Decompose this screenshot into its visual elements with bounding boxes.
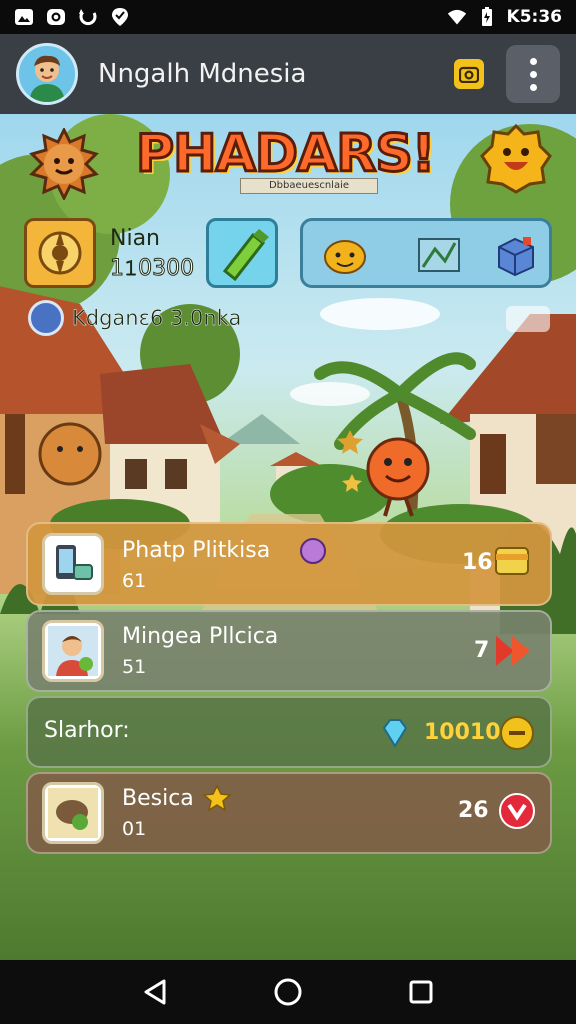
orb-icon [300, 538, 326, 564]
diamond-icon [382, 719, 408, 748]
globe-icon [28, 300, 64, 336]
app-bar: Nngalh Mdnesia [0, 34, 576, 114]
profile-avatar-icon [19, 46, 75, 102]
list-item-title: Besica [122, 786, 194, 811]
system-nav-bar [0, 960, 576, 1024]
gem-balance: 10010 [424, 720, 501, 745]
battery-icon [481, 7, 492, 26]
list-item[interactable]: Phatp Plitkisa 61 16 [26, 522, 552, 606]
more-vertical-icon [529, 57, 537, 65]
list-item-title: Mingea Pllcica [122, 624, 279, 649]
wifi-icon [447, 9, 466, 25]
fast-forward-icon[interactable] [494, 634, 536, 668]
canister-icon[interactable] [490, 538, 534, 582]
item-inventory-bar [300, 218, 552, 288]
map-pouch-icon [42, 782, 104, 844]
status-time: K5:36 [506, 7, 562, 27]
recents-icon[interactable] [408, 979, 434, 1005]
marker-icon [222, 229, 269, 282]
star-icon [202, 784, 232, 812]
status-bar: K5:36 [0, 0, 576, 34]
list-item-count: 26 [458, 798, 489, 823]
app-title: Nngalh Mdnesia [98, 59, 307, 89]
player-badge[interactable] [24, 218, 96, 288]
back-icon[interactable] [142, 978, 168, 1006]
sync-icon [79, 9, 97, 26]
game-scene: PHADARS! Dbbaeuescnlaie Nian 1𝟷0300 Kdga… [0, 114, 576, 960]
list-item[interactable]: Slarhor: 10010 [26, 696, 552, 768]
crate-icon[interactable] [493, 233, 537, 277]
list-item-sub: 01 [122, 818, 147, 840]
camera-icon [47, 9, 65, 25]
compass-badge-icon [38, 231, 82, 275]
list-item-sub: 51 [122, 656, 147, 678]
player-coins: 1𝟷0300 [109, 256, 195, 282]
camera-button[interactable] [454, 59, 484, 89]
list-item-title: Slarhor: [44, 718, 130, 743]
game-logo-title: PHADARS! [135, 123, 437, 186]
list-item-title: Phatp Plitkisa [122, 538, 271, 563]
avatar-icon [42, 620, 104, 682]
avatar[interactable] [16, 43, 78, 105]
list-item-count: 7 [474, 638, 490, 663]
smiley-icon[interactable] [323, 233, 367, 277]
options-chip[interactable] [506, 306, 550, 332]
list-item[interactable]: Besica 01 26 [26, 772, 552, 854]
player-name: Nian [110, 226, 160, 251]
camera-icon [459, 66, 479, 83]
sun-mascot-icon [29, 128, 99, 200]
map-icon[interactable] [417, 233, 461, 277]
arrow-down-icon[interactable] [498, 792, 536, 830]
location-row: Kdganɛ6 3.0nka [28, 300, 242, 336]
phone-icon [42, 533, 104, 595]
list-item-count: 16 [462, 550, 493, 575]
game-logo-subtitle: Dbbaeuescnlaie [240, 178, 378, 194]
smiley-mascot-icon[interactable] [480, 122, 552, 194]
photo-icon [15, 9, 33, 25]
overflow-menu-button[interactable] [506, 45, 560, 103]
home-icon[interactable] [273, 977, 303, 1007]
list-item[interactable]: Mingea Pllcica 51 7 [26, 610, 552, 692]
location-text: Kdganɛ6 3.0nka [72, 306, 242, 330]
location-icon [112, 8, 128, 26]
list-item-sub: 61 [122, 570, 147, 592]
plus-coin-icon[interactable] [498, 714, 536, 752]
pencil-tool-button[interactable] [206, 218, 278, 288]
